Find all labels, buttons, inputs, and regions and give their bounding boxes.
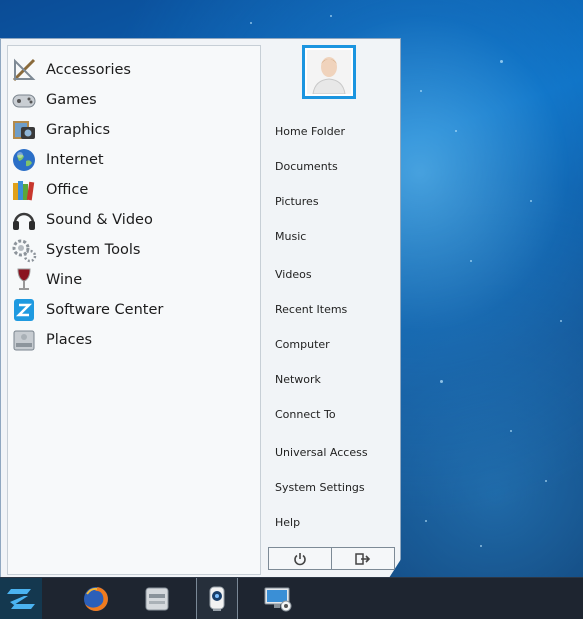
category-software-center[interactable]: Software Center bbox=[11, 296, 257, 324]
wine-glass-icon bbox=[11, 267, 37, 293]
shutdown-button[interactable] bbox=[269, 548, 331, 569]
link-universal-access[interactable]: Universal Access bbox=[275, 446, 368, 459]
taskbar-remote-desktop[interactable] bbox=[258, 578, 298, 619]
zorin-logo-icon bbox=[7, 588, 35, 609]
session-buttons bbox=[268, 547, 395, 570]
link-recent-items[interactable]: Recent Items bbox=[275, 303, 347, 316]
link-videos[interactable]: Videos bbox=[275, 268, 312, 281]
gamepad-icon bbox=[11, 87, 37, 113]
category-label: Sound & Video bbox=[46, 212, 153, 228]
category-label: Places bbox=[46, 332, 93, 348]
category-label: System Tools bbox=[46, 242, 141, 258]
category-list: Accessories Games Graphics Internet Offi… bbox=[7, 45, 261, 575]
category-places[interactable]: Places bbox=[11, 326, 257, 354]
power-icon bbox=[294, 552, 306, 565]
file-manager-icon bbox=[145, 587, 169, 610]
user-avatar[interactable] bbox=[302, 45, 356, 99]
start-menu: Accessories Games Graphics Internet Offi… bbox=[0, 38, 401, 578]
link-pictures[interactable]: Pictures bbox=[275, 195, 319, 208]
link-home-folder[interactable]: Home Folder bbox=[275, 125, 345, 138]
category-label: Software Center bbox=[46, 302, 164, 318]
drive-icon bbox=[11, 327, 37, 353]
link-music[interactable]: Music bbox=[275, 230, 306, 243]
webcam-icon bbox=[209, 586, 225, 611]
graphics-icon bbox=[11, 117, 37, 143]
firefox-icon bbox=[84, 586, 108, 611]
category-sound-video[interactable]: Sound & Video bbox=[11, 206, 257, 234]
category-office[interactable]: Office bbox=[11, 176, 257, 204]
category-label: Graphics bbox=[46, 122, 111, 138]
category-accessories[interactable]: Accessories bbox=[11, 56, 257, 84]
category-label: Wine bbox=[46, 272, 83, 288]
category-label: Games bbox=[46, 92, 97, 108]
taskbar-file-manager[interactable] bbox=[137, 578, 177, 619]
logout-button[interactable] bbox=[331, 548, 394, 569]
accessories-icon bbox=[11, 57, 37, 83]
category-internet[interactable]: Internet bbox=[11, 146, 257, 174]
logout-icon bbox=[355, 552, 371, 565]
link-computer[interactable]: Computer bbox=[275, 338, 330, 351]
category-games[interactable]: Games bbox=[11, 86, 257, 114]
taskbar-firefox[interactable] bbox=[76, 578, 116, 619]
gears-icon bbox=[11, 237, 37, 263]
category-system-tools[interactable]: System Tools bbox=[11, 236, 257, 264]
link-documents[interactable]: Documents bbox=[275, 160, 338, 173]
headphones-icon bbox=[11, 207, 37, 233]
link-network[interactable]: Network bbox=[275, 373, 321, 386]
category-label: Accessories bbox=[46, 62, 131, 78]
category-label: Internet bbox=[46, 152, 104, 168]
user-avatar-icon bbox=[307, 50, 351, 94]
globe-icon bbox=[11, 147, 37, 173]
link-system-settings[interactable]: System Settings bbox=[275, 481, 365, 494]
start-button[interactable] bbox=[0, 578, 42, 619]
taskbar-webcam[interactable] bbox=[196, 578, 238, 619]
office-books-icon bbox=[11, 177, 37, 203]
link-connect-to[interactable]: Connect To bbox=[275, 408, 336, 421]
taskbar bbox=[0, 577, 583, 619]
category-label: Office bbox=[46, 182, 89, 198]
category-graphics[interactable]: Graphics bbox=[11, 116, 257, 144]
software-center-icon bbox=[11, 297, 37, 323]
category-wine[interactable]: Wine bbox=[11, 266, 257, 294]
remote-desktop-icon bbox=[264, 587, 292, 611]
link-help[interactable]: Help bbox=[275, 516, 300, 529]
